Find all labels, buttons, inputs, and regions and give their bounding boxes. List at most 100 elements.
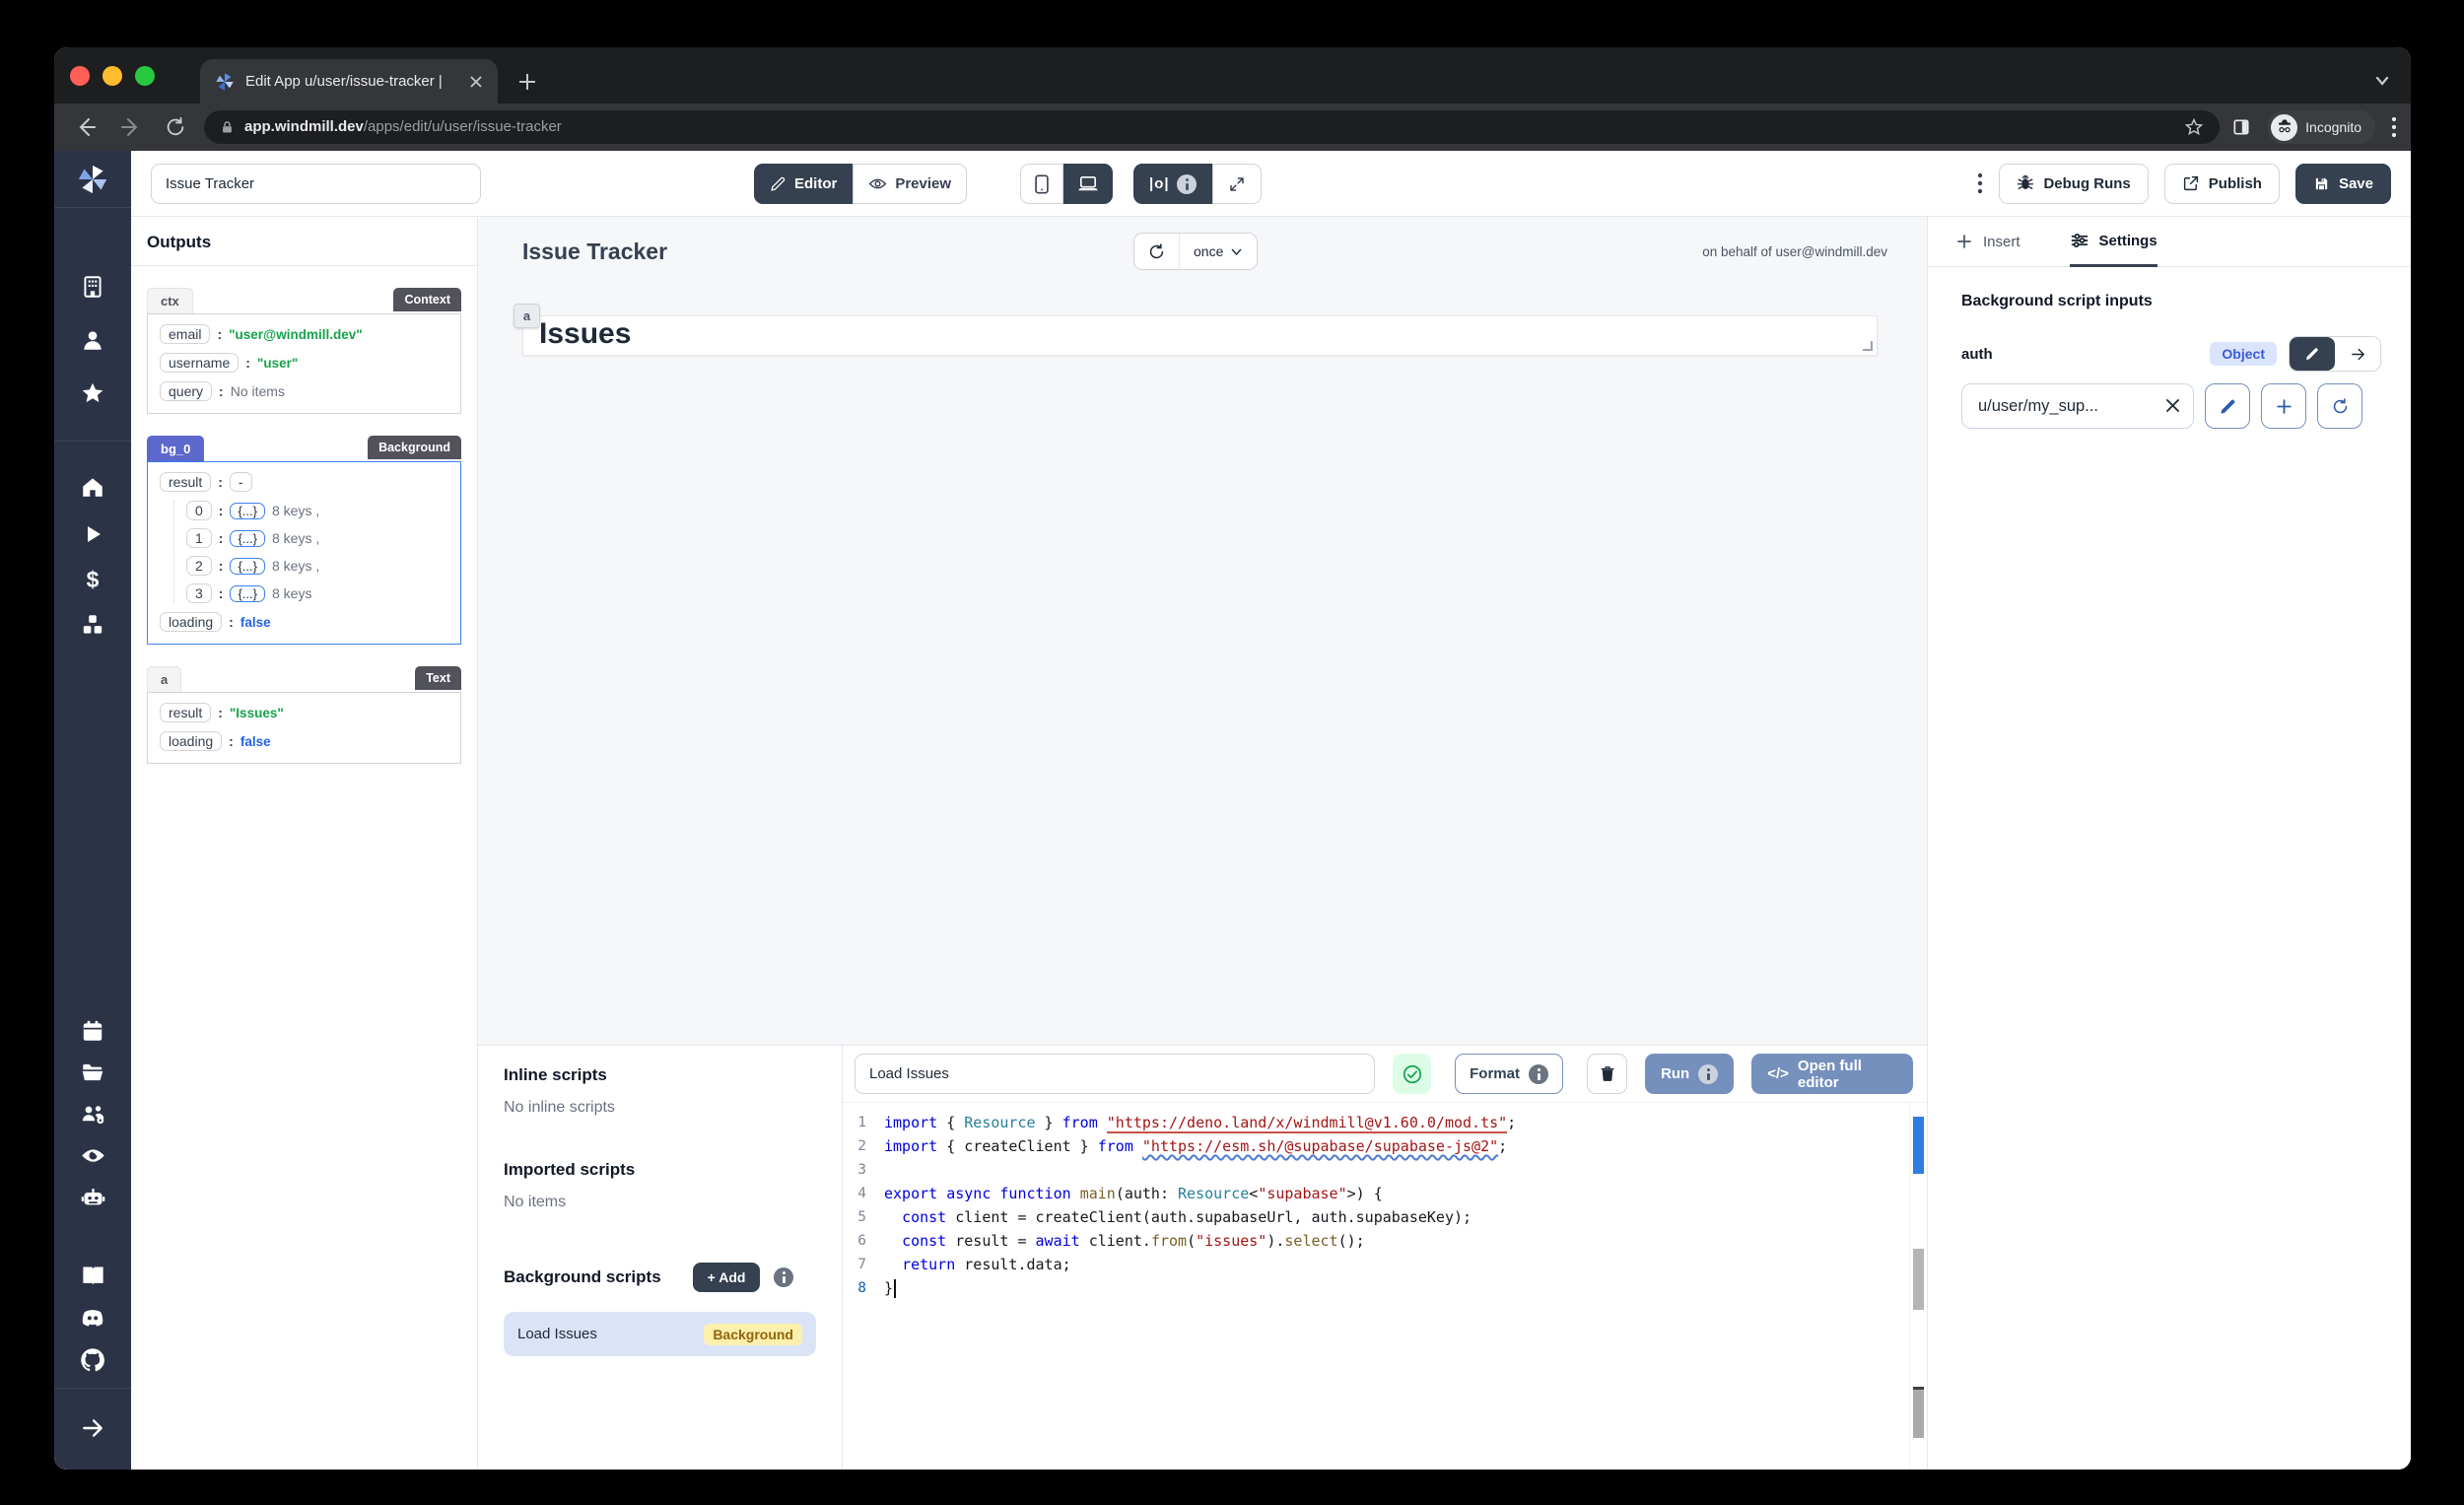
code-line[interactable]: 1import { Resource } from "https://deno.… — [843, 1111, 1909, 1134]
code-line[interactable]: 3 — [843, 1158, 1909, 1182]
close-window-button[interactable] — [70, 66, 90, 86]
refresh-button[interactable] — [1134, 234, 1180, 269]
tab-insert[interactable]: Insert — [1955, 217, 2020, 266]
url-omnibox[interactable]: app.windmill.dev/apps/edit/u/user/issue-… — [204, 110, 2220, 144]
code-line[interactable]: 8} — [843, 1276, 1909, 1300]
schedules-calendar-icon[interactable] — [80, 1017, 105, 1045]
refresh-mode-dropdown[interactable]: once — [1180, 234, 1257, 269]
docs-book-icon[interactable] — [80, 1262, 106, 1289]
object-expander[interactable]: {...} — [230, 503, 265, 519]
output-row[interactable]: username: "user" — [160, 353, 448, 373]
script-name-input[interactable] — [855, 1054, 1375, 1094]
refresh-resource-button[interactable] — [2317, 383, 2362, 429]
output-row[interactable]: query: No items — [160, 381, 448, 401]
add-background-script-button[interactable]: + Add — [693, 1263, 761, 1292]
groups-icon[interactable] — [80, 1100, 106, 1128]
output-row[interactable]: result: "Issues" — [160, 703, 448, 722]
output-array-row[interactable]: 3: {...} 8 keys — [186, 583, 448, 603]
desktop-view-button[interactable] — [1063, 164, 1113, 204]
windmill-logo[interactable] — [54, 151, 131, 208]
debug-runs-button[interactable]: Debug Runs — [1999, 164, 2148, 204]
expand-sidebar-arrow-icon[interactable] — [80, 1414, 105, 1442]
mobile-view-button[interactable] — [1020, 164, 1063, 204]
object-expander[interactable]: {...} — [230, 585, 265, 602]
app-name-input[interactable] — [151, 164, 481, 204]
tab-close-icon[interactable] — [468, 74, 484, 90]
new-tab-button[interactable] — [515, 70, 539, 94]
code-line[interactable]: 4export async function main(auth: Resour… — [843, 1182, 1909, 1205]
zoom-window-button[interactable] — [135, 66, 155, 86]
background-script-item[interactable]: Load Issues Background — [504, 1312, 816, 1356]
chrome-menu-kebab-icon[interactable] — [2391, 116, 2397, 138]
clear-resource-icon[interactable] — [2163, 396, 2182, 415]
delete-script-button[interactable] — [1587, 1054, 1627, 1094]
output-card-ctx[interactable]: ctx Context email: "user@windmill.dev" u… — [147, 288, 461, 414]
runs-play-icon[interactable] — [81, 520, 104, 548]
open-full-editor-button[interactable]: </> Open full editor — [1751, 1054, 1913, 1094]
output-card-bg0[interactable]: bg_0 Background result: - 0: {...} — [147, 436, 461, 645]
code-editor[interactable]: 1import { Resource } from "https://deno.… — [843, 1103, 1927, 1470]
outputs-panel-toggle-button[interactable]: |o| — [1133, 164, 1212, 204]
output-array-row[interactable]: 0: {...} 8 keys , — [186, 501, 448, 520]
run-button[interactable]: Run — [1645, 1054, 1734, 1094]
resize-handle[interactable] — [1863, 341, 1873, 351]
output-array-row[interactable]: 2: {...} 8 keys , — [186, 556, 448, 576]
object-expander[interactable]: {...} — [230, 530, 265, 547]
output-row[interactable]: loading: false — [160, 612, 448, 632]
bookmark-star-icon[interactable] — [2184, 117, 2204, 137]
forward-icon[interactable] — [119, 115, 143, 139]
output-card-a[interactable]: a Text result: "Issues" loading: false — [147, 666, 461, 764]
workers-robot-icon[interactable] — [80, 1183, 106, 1210]
folders-icon[interactable] — [80, 1059, 105, 1086]
output-row[interactable]: result: - — [160, 472, 448, 492]
editor-scrollbar[interactable] — [1909, 1103, 1927, 1470]
editor-mode-button[interactable]: Editor — [754, 164, 853, 204]
save-button[interactable]: Save — [2295, 164, 2391, 204]
browser-tab[interactable]: Edit App u/user/issue-tracker | — [200, 59, 498, 103]
scrollbar-thumb[interactable] — [1913, 1249, 1924, 1310]
code-line[interactable]: 2import { createClient } from "https://e… — [843, 1134, 1909, 1158]
more-options-kebab-icon[interactable] — [1977, 171, 1983, 195]
component-tag[interactable]: a — [513, 304, 540, 328]
code-line[interactable]: 6 const result = await client.from("issu… — [843, 1229, 1909, 1253]
back-icon[interactable] — [74, 115, 98, 139]
add-resource-button[interactable] — [2261, 383, 2306, 429]
minimize-window-button[interactable] — [103, 66, 122, 86]
publish-button[interactable]: Publish — [2164, 164, 2280, 204]
workspace-building-icon[interactable] — [80, 273, 105, 301]
static-edit-mode-button[interactable] — [2290, 337, 2335, 371]
github-icon[interactable] — [79, 1346, 106, 1374]
preview-mode-button[interactable]: Preview — [853, 164, 967, 204]
side-panel-icon[interactable] — [2231, 117, 2251, 137]
component-id-tab[interactable]: ctx — [147, 288, 193, 313]
collapse-toggle[interactable]: - — [230, 472, 252, 492]
code-line[interactable]: 5 const client = createClient(auth.supab… — [843, 1205, 1909, 1229]
incognito-badge[interactable]: Incognito — [2267, 110, 2375, 144]
home-icon[interactable] — [80, 473, 105, 501]
output-array-row[interactable]: 1: {...} 8 keys , — [186, 528, 448, 548]
code-line[interactable]: 7 return result.data; — [843, 1253, 1909, 1276]
code-lines[interactable]: 1import { Resource } from "https://deno.… — [843, 1103, 1909, 1470]
user-icon[interactable] — [80, 326, 105, 354]
favorites-star-icon[interactable] — [80, 379, 105, 407]
object-expander[interactable]: {...} — [230, 558, 265, 575]
variables-dollar-icon[interactable]: $ — [87, 566, 100, 593]
info-icon[interactable] — [774, 1267, 793, 1287]
format-button[interactable]: Format — [1455, 1054, 1563, 1094]
tab-search-chevron-icon[interactable] — [2373, 72, 2391, 90]
text-component[interactable]: a Issues — [522, 315, 1878, 356]
resources-cubes-icon[interactable] — [80, 611, 105, 639]
component-id-tab[interactable]: bg_0 — [147, 436, 204, 461]
edit-resource-button[interactable] — [2205, 383, 2250, 429]
reload-icon[interactable] — [165, 116, 186, 138]
resource-path-input[interactable] — [1961, 383, 2194, 429]
discord-icon[interactable] — [79, 1304, 106, 1332]
scrollbar-thumb[interactable] — [1913, 1387, 1924, 1438]
component-id-tab[interactable]: a — [147, 666, 181, 692]
tab-settings[interactable]: Settings — [2070, 217, 2157, 267]
app-canvas[interactable]: Issue Tracker once on behalf of user@win… — [478, 217, 1927, 1045]
output-row[interactable]: email: "user@windmill.dev" — [160, 324, 448, 344]
audit-eye-icon[interactable] — [80, 1141, 106, 1169]
output-row[interactable]: loading: false — [160, 731, 448, 751]
fullscreen-toggle-button[interactable] — [1212, 164, 1262, 204]
